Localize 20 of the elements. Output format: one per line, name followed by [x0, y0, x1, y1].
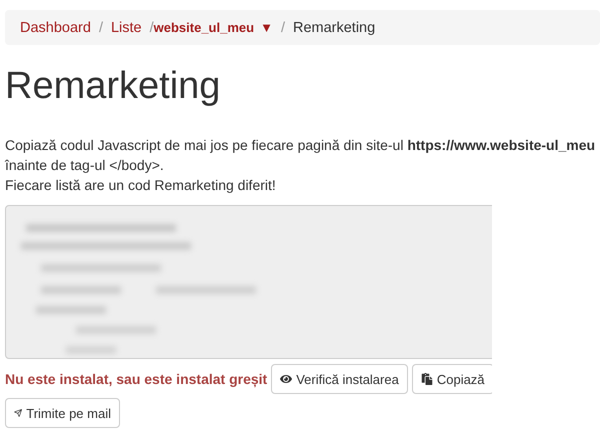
verify-button[interactable]: Verifică instalarea [271, 364, 408, 394]
breadcrumb-link[interactable]: Liste [110, 20, 142, 36]
breadcrumb-dropdown[interactable]: website_ul_meu ▼ [154, 10, 273, 45]
copy-button[interactable]: Copiază [412, 364, 492, 394]
paper-plane-icon [14, 407, 22, 419]
breadcrumb-separator: / [98, 20, 104, 36]
code-field[interactable] [5, 205, 492, 359]
caret-icon: ▼ [260, 20, 273, 35]
status-text: Nu este instalat, sau este instalat greșit [5, 371, 268, 387]
breadcrumb-separator: / [280, 20, 286, 36]
breadcrumb-link[interactable]: Dashboard [20, 20, 91, 36]
clipboard-icon [420, 373, 433, 385]
instruction-text: Fiecare listă are un cod Remarketing diferit! [5, 176, 277, 195]
send-mail-button[interactable]: Trimite pe mail [5, 398, 120, 428]
page-title: Remarketing [5, 65, 222, 107]
eye-icon [280, 373, 292, 385]
breadcrumb-current: Remarketing [292, 20, 376, 36]
instruction-text: Copiază codul Javascript de mai jos pe fiecare pagină din site-ul https://www.website-ul_meu [5, 136, 596, 155]
instruction-text: înainte de tag-ul </body>. [5, 156, 165, 175]
breadcrumb-separator: / [148, 20, 154, 36]
